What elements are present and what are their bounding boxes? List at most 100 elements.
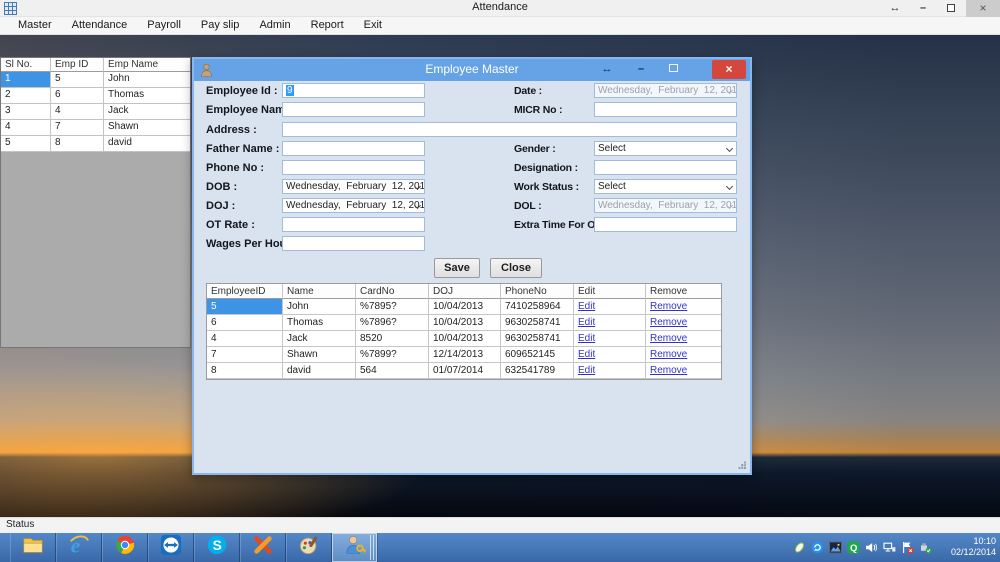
remove-link[interactable]: Remove	[650, 349, 687, 360]
datepicker-doj[interactable]: Wednesday, February 12, 2014	[282, 198, 425, 213]
select-gender[interactable]: Select	[594, 141, 737, 156]
dialog-resize-button[interactable]: ↔	[594, 59, 620, 81]
grid-cell[interactable]: 9630258741	[501, 315, 574, 331]
grid-cell[interactable]: 9630258741	[501, 331, 574, 347]
grid-cell[interactable]: 12/14/2013	[429, 347, 501, 363]
photos-icon[interactable]	[829, 541, 842, 554]
grid-row[interactable]: 4Jack852010/04/20139630258741EditRemove	[207, 331, 721, 347]
grid-header-cardno[interactable]: CardNo	[356, 284, 429, 299]
taskbar-button-teamviewer[interactable]	[148, 533, 194, 562]
grid-cell[interactable]: 7410258964	[501, 299, 574, 315]
grid-cell[interactable]: 4	[207, 331, 283, 347]
grid-cell[interactable]: 8520	[356, 331, 429, 347]
grid-cell[interactable]: 632541789	[501, 363, 574, 379]
grid-header-doj[interactable]: DOJ	[429, 284, 501, 299]
list-cell[interactable]: Jack	[104, 104, 190, 120]
taskbar-button-office-x[interactable]	[240, 533, 286, 562]
list-cell[interactable]: Shawn	[104, 120, 190, 136]
input-designation[interactable]	[594, 160, 737, 175]
remove-link[interactable]: Remove	[650, 301, 687, 312]
menu-item-attendance[interactable]: Attendance	[62, 18, 138, 33]
grid-cell[interactable]: 609652145	[501, 347, 574, 363]
grid-row[interactable]: 5John%7895?10/04/20137410258964EditRemov…	[207, 299, 721, 315]
input-address[interactable]	[282, 122, 737, 137]
datepicker-dob[interactable]: Wednesday, February 12, 2014	[282, 179, 425, 194]
list-row[interactable]: 58david	[1, 136, 190, 152]
grid-header-employeeid[interactable]: EmployeeID	[207, 284, 283, 299]
datepicker-dol[interactable]: Wednesday, February 12, 2014	[594, 198, 737, 213]
list-header-sl-no[interactable]: Sl No.	[1, 58, 51, 72]
menu-item-exit[interactable]: Exit	[354, 18, 392, 33]
remove-link[interactable]: Remove	[650, 333, 687, 344]
menu-item-master[interactable]: Master	[8, 18, 62, 33]
taskbar-button-internet-explorer[interactable]: e	[56, 533, 102, 562]
list-header-emp-name[interactable]: Emp Name	[104, 58, 190, 72]
employee-list[interactable]: Sl No.Emp IDEmp Name15John26Thomas34Jack…	[0, 57, 191, 348]
input-ot-rate[interactable]	[282, 217, 425, 232]
menu-item-pay-slip[interactable]: Pay slip	[191, 18, 250, 33]
employee-grid[interactable]: EmployeeIDNameCardNoDOJPhoneNoEditRemove…	[206, 283, 722, 380]
input-micr-no[interactable]	[594, 102, 737, 117]
list-cell[interactable]: david	[104, 136, 190, 152]
grid-header-edit[interactable]: Edit	[574, 284, 646, 299]
dialog-maximize-button[interactable]	[660, 59, 686, 81]
menu-item-payroll[interactable]: Payroll	[137, 18, 191, 33]
network-icon[interactable]	[883, 541, 896, 554]
grid-cell[interactable]: Thomas	[283, 315, 356, 331]
grid-cell[interactable]: 564	[356, 363, 429, 379]
grid-cell[interactable]: 10/04/2013	[429, 315, 501, 331]
input-father-name[interactable]	[282, 141, 425, 156]
q-app-icon[interactable]: Q	[847, 541, 860, 554]
input-phone-no[interactable]	[282, 160, 425, 175]
save-button[interactable]: Save	[434, 258, 480, 278]
list-cell[interactable]: 7	[51, 120, 104, 136]
list-header-emp-id[interactable]: Emp ID	[51, 58, 104, 72]
grid-row[interactable]: 8david56401/07/2014632541789EditRemove	[207, 363, 721, 379]
window-maximize-button[interactable]	[938, 0, 964, 17]
window-resize-button[interactable]: ↔	[882, 0, 908, 17]
window-close-button[interactable]: ×	[966, 0, 1000, 17]
dialog-minimize-button[interactable]: –	[628, 59, 654, 81]
remove-link[interactable]: Remove	[650, 365, 687, 376]
leaf-icon[interactable]	[793, 541, 806, 554]
select-work-status[interactable]: Select	[594, 179, 737, 194]
volume-icon[interactable]	[865, 541, 878, 554]
menu-item-admin[interactable]: Admin	[249, 18, 300, 33]
taskbar-clock[interactable]: 10:10 02/12/2014	[938, 533, 1000, 562]
input-extra-time-for-ot[interactable]	[594, 217, 737, 232]
usb-check-icon[interactable]	[919, 541, 932, 554]
list-cell[interactable]: 4	[1, 120, 51, 136]
sync-icon[interactable]	[811, 541, 824, 554]
list-cell[interactable]: Thomas	[104, 88, 190, 104]
taskbar-button-paint[interactable]	[286, 533, 332, 562]
grid-cell[interactable]: 6	[207, 315, 283, 331]
grid-cell[interactable]: 10/04/2013	[429, 299, 501, 315]
list-cell[interactable]: 1	[1, 72, 51, 88]
close-button[interactable]: Close	[490, 258, 542, 278]
list-row[interactable]: 34Jack	[1, 104, 190, 120]
list-cell[interactable]: 5	[1, 136, 51, 152]
edit-link[interactable]: Edit	[578, 365, 595, 376]
grid-cell[interactable]: %7896?	[356, 315, 429, 331]
taskbar-button-attendance-app[interactable]	[332, 533, 378, 562]
grid-cell[interactable]: 01/07/2014	[429, 363, 501, 379]
edit-link[interactable]: Edit	[578, 301, 595, 312]
input-employee-name[interactable]	[282, 102, 425, 117]
action-center-flag-icon[interactable]	[901, 541, 914, 554]
grid-cell[interactable]: Shawn	[283, 347, 356, 363]
resize-grip[interactable]	[738, 461, 747, 470]
dialog-close-button[interactable]: ×	[712, 60, 746, 79]
list-cell[interactable]: 5	[51, 72, 104, 88]
grid-cell[interactable]: %7895?	[356, 299, 429, 315]
taskbar-button-skype[interactable]: S	[194, 533, 240, 562]
list-row[interactable]: 47Shawn	[1, 120, 190, 136]
list-cell[interactable]: John	[104, 72, 190, 88]
edit-link[interactable]: Edit	[578, 317, 595, 328]
grid-cell[interactable]: david	[283, 363, 356, 379]
grid-cell[interactable]: John	[283, 299, 356, 315]
list-cell[interactable]: 6	[51, 88, 104, 104]
taskbar-button-chrome[interactable]	[102, 533, 148, 562]
list-cell[interactable]: 8	[51, 136, 104, 152]
grid-header-name[interactable]: Name	[283, 284, 356, 299]
dialog-titlebar[interactable]: Employee Master ↔ – ×	[194, 59, 750, 81]
